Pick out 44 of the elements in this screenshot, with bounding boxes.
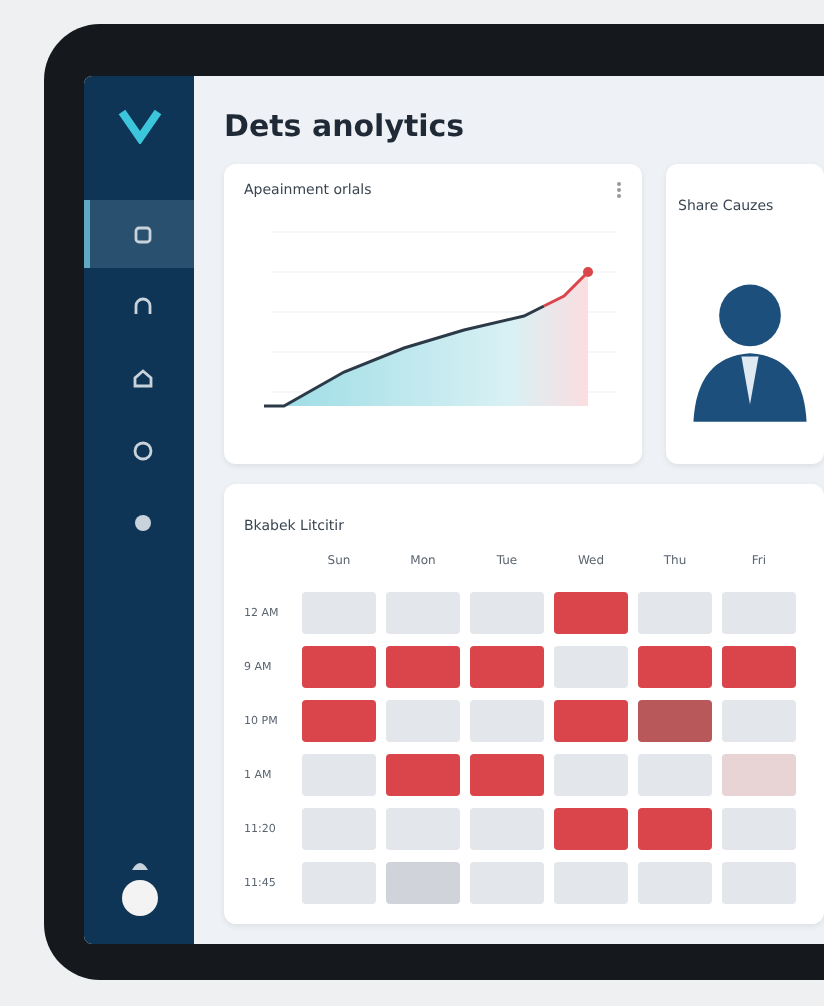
schedule-cell[interactable] [554, 700, 628, 742]
schedule-cell[interactable] [554, 862, 628, 904]
schedule-cell[interactable] [554, 592, 628, 634]
schedule-cell[interactable] [302, 754, 376, 796]
schedule-cell[interactable] [638, 754, 712, 796]
schedule-cell[interactable] [386, 646, 460, 688]
circle-icon [131, 439, 153, 461]
schedule-cell[interactable] [638, 862, 712, 904]
schedule-cell[interactable] [638, 646, 712, 688]
schedule-cell[interactable] [722, 646, 796, 688]
schedule-cell[interactable] [302, 592, 376, 634]
home-icon [131, 367, 153, 389]
more-icon[interactable] [616, 180, 622, 200]
schedule-cell[interactable] [470, 592, 544, 634]
schedule-cell[interactable] [722, 862, 796, 904]
schedule-cell[interactable] [470, 700, 544, 742]
schedule-cell[interactable] [722, 808, 796, 850]
schedule-cell[interactable] [302, 700, 376, 742]
schedule-cell[interactable] [302, 808, 376, 850]
schedule-cell[interactable] [302, 862, 376, 904]
schedule-cell[interactable] [554, 754, 628, 796]
schedule-cell[interactable] [470, 646, 544, 688]
schedule-cell[interactable] [470, 808, 544, 850]
schedule-cell[interactable] [722, 592, 796, 634]
schedule-cell[interactable] [554, 646, 628, 688]
dot-icon [131, 511, 153, 533]
square-icon [131, 223, 153, 245]
logo-icon [117, 108, 161, 144]
schedule-cell[interactable] [470, 862, 544, 904]
avatar[interactable] [121, 880, 157, 916]
schedule-cell[interactable] [386, 700, 460, 742]
schedule-cell[interactable] [722, 700, 796, 742]
schedule-cell[interactable] [386, 808, 460, 850]
schedule-cell[interactable] [638, 808, 712, 850]
schedule-cell[interactable] [470, 754, 544, 796]
schedule-cell[interactable] [722, 754, 796, 796]
schedule-cell[interactable] [386, 754, 460, 796]
schedule-cell[interactable] [638, 592, 712, 634]
schedule-cell[interactable] [554, 808, 628, 850]
schedule-cell[interactable] [386, 862, 460, 904]
schedule-cell[interactable] [638, 700, 712, 742]
page-title: Dets anolytics [224, 106, 467, 144]
schedule-cell[interactable] [386, 592, 460, 634]
schedule-cell[interactable] [302, 646, 376, 688]
